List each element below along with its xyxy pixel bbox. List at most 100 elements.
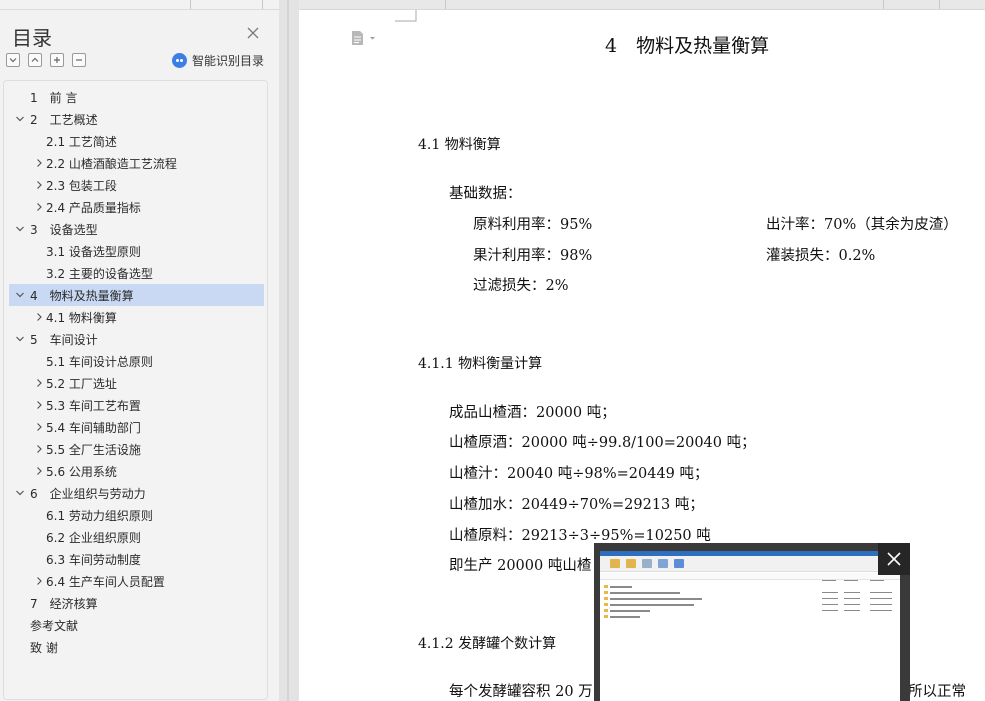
- toc-toolbar: [6, 53, 86, 69]
- toc-item-label: 7 经济核算: [30, 596, 98, 611]
- chapter-title: 4 物料及热量衡算: [605, 35, 770, 57]
- chevron-right-icon[interactable]: [34, 466, 44, 476]
- window-thumbnail[interactable]: [600, 551, 900, 701]
- subsection-heading: 4.1.2 发酵罐个数计算: [418, 636, 557, 652]
- calc-line: 山楂汁：20040 吨÷98%=20449 吨；: [449, 466, 709, 482]
- expand-all-icon[interactable]: [6, 53, 20, 67]
- chevron-right-icon[interactable]: [34, 180, 44, 190]
- toc-item-label: 3.2 主要的设备选型: [46, 266, 153, 281]
- document-icon[interactable]: [350, 30, 376, 46]
- toc-item[interactable]: 5.3 车间工艺布置: [9, 394, 264, 416]
- toc-item-label: 4.1 物料衡算: [46, 310, 117, 325]
- toc-item-label: 5.2 工厂选址: [46, 376, 117, 391]
- toc-item-label: 5.1 车间设计总原则: [46, 354, 153, 369]
- toc-item[interactable]: 1 前 言: [9, 86, 264, 108]
- toc-item-label: 3.1 设备选型原则: [46, 244, 141, 259]
- toc-item[interactable]: 致 谢: [9, 636, 264, 658]
- toc-item-label: 6.2 企业组织原则: [46, 530, 141, 545]
- window-preview-popup[interactable]: [594, 543, 910, 701]
- smart-toc-button[interactable]: 智能识别目录: [172, 52, 264, 69]
- toc-item[interactable]: 5.5 全厂生活设施: [9, 438, 264, 460]
- chevron-right-icon[interactable]: [34, 158, 44, 168]
- toc-item[interactable]: 6.2 企业组织原则: [9, 526, 264, 548]
- juice-yield: 出汁率：70%（其余为皮渣）: [766, 217, 958, 233]
- toc-item[interactable]: 5.6 公用系统: [9, 460, 264, 482]
- calc-line: 成品山楂酒：20000 吨；: [449, 405, 616, 421]
- ai-robot-icon: [172, 53, 187, 68]
- toc-item-label: 1 前 言: [30, 90, 78, 105]
- toc-item[interactable]: 4.1 物料衡算: [9, 306, 264, 328]
- chevron-right-icon[interactable]: [34, 400, 44, 410]
- basic-data-label: 基础数据：: [449, 186, 522, 202]
- subsection-heading: 4.1.1 物料衡量计算: [418, 356, 543, 372]
- toc-item-label: 5 车间设计: [30, 332, 98, 347]
- toc-item[interactable]: 6.3 车间劳动制度: [9, 548, 264, 570]
- toc-item[interactable]: 5 车间设计: [9, 328, 264, 350]
- chevron-down-icon[interactable]: [15, 114, 25, 124]
- toc-item-label: 5.5 全厂生活设施: [46, 442, 141, 457]
- sidebar-top-strip: [0, 0, 279, 10]
- toc-item[interactable]: 2.1 工艺简述: [9, 130, 264, 152]
- close-icon[interactable]: [878, 543, 910, 575]
- toc-item[interactable]: 3 设备选型: [9, 218, 264, 240]
- chevron-right-icon[interactable]: [34, 312, 44, 322]
- chevron-right-icon[interactable]: [34, 422, 44, 432]
- chevron-down-icon[interactable]: [15, 290, 25, 300]
- corner-mark: [395, 10, 417, 22]
- toc-item-label: 6 企业组织与劳动力: [30, 486, 146, 501]
- toc-item-label: 3 设备选型: [30, 222, 98, 237]
- toc-item-label: 参考文献: [30, 618, 79, 633]
- raw-utilization: 原料利用率：95%: [473, 217, 593, 233]
- toc-item[interactable]: 6.4 生产车间人员配置: [9, 570, 264, 592]
- toc-item[interactable]: 5.1 车间设计总原则: [9, 350, 264, 372]
- toc-item-label: 致 谢: [30, 640, 58, 655]
- section-heading: 4.1 物料衡算: [418, 137, 501, 153]
- ruler-strip: [299, 0, 985, 10]
- toc-item-label: 2.2 山楂酒酿造工艺流程: [46, 156, 177, 171]
- body-line: 所以正常: [908, 684, 966, 700]
- toc-item[interactable]: 参考文献: [9, 614, 264, 636]
- toc-item-label: 5.3 车间工艺布置: [46, 398, 141, 413]
- calc-line: 山楂加水：20449÷70%=29213 吨；: [449, 497, 704, 513]
- toc-item[interactable]: 4 物料及热量衡算: [9, 284, 264, 306]
- chevron-down-icon[interactable]: [15, 334, 25, 344]
- toc-item[interactable]: 7 经济核算: [9, 592, 264, 614]
- toc-item[interactable]: 2 工艺概述: [9, 108, 264, 130]
- close-icon[interactable]: [245, 25, 261, 41]
- toc-item[interactable]: 5.2 工厂选址: [9, 372, 264, 394]
- toc-item[interactable]: 6.1 劳动力组织原则: [9, 504, 264, 526]
- chevron-right-icon[interactable]: [34, 444, 44, 454]
- juice-utilization: 果汁利用率：98%: [473, 248, 593, 264]
- collapse-all-icon[interactable]: [28, 53, 42, 67]
- filter-loss: 过滤损失：2%: [473, 278, 569, 294]
- toc-item[interactable]: 6 企业组织与劳动力: [9, 482, 264, 504]
- add-heading-icon[interactable]: [50, 53, 64, 67]
- calc-line: 即生产 20000 吨山楂: [449, 558, 592, 574]
- toc-item[interactable]: 2.3 包装工段: [9, 174, 264, 196]
- chevron-down-icon[interactable]: [15, 224, 25, 234]
- smart-toc-label: 智能识别目录: [192, 54, 265, 68]
- toc-item[interactable]: 2.4 产品质量指标: [9, 196, 264, 218]
- toc-item-label: 2.4 产品质量指标: [46, 200, 141, 215]
- toc-item-label: 6.4 生产车间人员配置: [46, 574, 165, 589]
- toc-item[interactable]: 3.2 主要的设备选型: [9, 262, 264, 284]
- toc-item-label: 6.1 劳动力组织原则: [46, 508, 153, 523]
- toc-item-label: 2.3 包装工段: [46, 178, 117, 193]
- toc-item-label: 2 工艺概述: [30, 112, 98, 127]
- toc-item[interactable]: 2.2 山楂酒酿造工艺流程: [9, 152, 264, 174]
- calc-line: 山楂原料：29213÷3÷95%=10250 吨: [449, 528, 711, 544]
- toc-item-label: 6.3 车间劳动制度: [46, 552, 141, 567]
- toc-item-label: 5.4 车间辅助部门: [46, 420, 141, 435]
- chevron-right-icon[interactable]: [34, 202, 44, 212]
- chevron-right-icon[interactable]: [34, 378, 44, 388]
- toc-sidebar: 目录 智能识别目录 1 前 言 2 工艺概述 2.1 工艺简述 2.2 山楂酒酿造工艺…: [0, 0, 279, 701]
- remove-heading-icon[interactable]: [72, 53, 86, 67]
- toc-item-label: 5.6 公用系统: [46, 464, 117, 479]
- toc-item-label: 2.1 工艺简述: [46, 134, 117, 149]
- toc-item[interactable]: 3.1 设备选型原则: [9, 240, 264, 262]
- toc-item[interactable]: 5.4 车间辅助部门: [9, 416, 264, 438]
- chevron-right-icon[interactable]: [34, 576, 44, 586]
- chevron-down-icon[interactable]: [15, 488, 25, 498]
- panel-divider[interactable]: [279, 0, 299, 701]
- toc-item-label: 4 物料及热量衡算: [30, 288, 134, 303]
